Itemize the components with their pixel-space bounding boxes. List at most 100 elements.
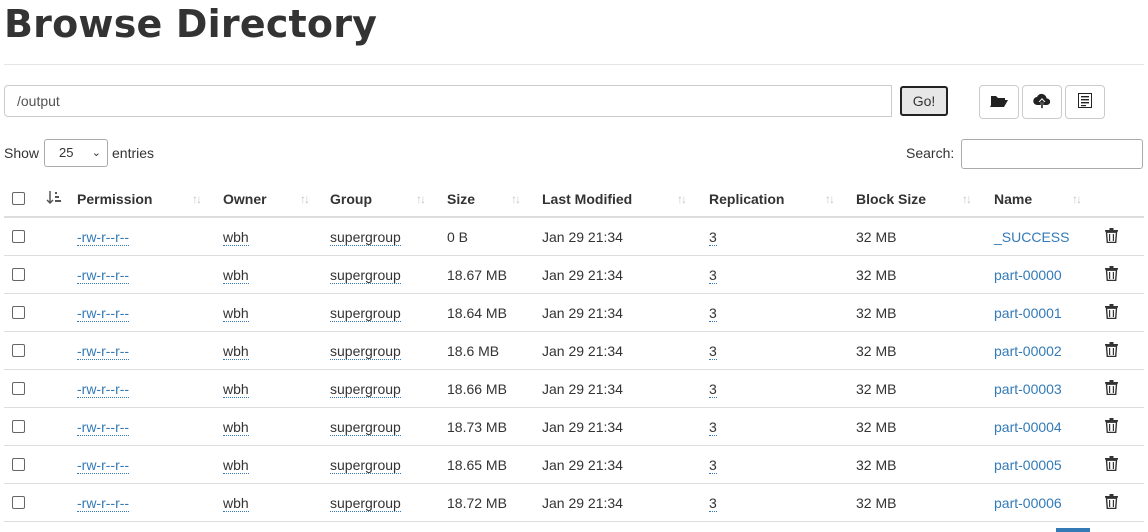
go-button[interactable]: Go! xyxy=(900,86,948,116)
list-icon xyxy=(1078,93,1092,111)
group-link[interactable]: supergroup xyxy=(330,267,401,284)
replication-link[interactable]: 3 xyxy=(709,419,717,436)
row-checkbox[interactable] xyxy=(12,382,25,395)
block-size: 32 MB xyxy=(856,267,897,283)
group-link[interactable]: supergroup xyxy=(330,229,401,246)
file-name-link[interactable]: _SUCCESS xyxy=(994,218,1069,255)
create-directory-button[interactable] xyxy=(979,85,1019,119)
table-row: -rw-r--r-- wbh supergroup 0 B Jan 29 21:… xyxy=(4,218,1144,256)
file-size: 18.6 MB xyxy=(447,343,500,359)
column-header-size[interactable]: Size xyxy=(447,180,475,216)
file-size: 18.67 MB xyxy=(447,267,507,283)
table-row: -rw-r--r-- wbh supergroup 18.73 MB Jan 2… xyxy=(4,408,1144,446)
owner-link[interactable]: wbh xyxy=(223,343,249,360)
sort-icon[interactable]: ↑↓ xyxy=(962,192,972,206)
column-header-group[interactable]: Group xyxy=(330,180,372,216)
sort-icon[interactable]: ↑↓ xyxy=(1072,192,1082,206)
column-header-owner[interactable]: Owner xyxy=(223,180,267,216)
trash-icon[interactable] xyxy=(1105,494,1118,512)
sort-icon[interactable]: ↑↓ xyxy=(511,192,521,206)
row-checkbox[interactable] xyxy=(12,420,25,433)
permission-link[interactable]: -rw-r--r-- xyxy=(77,267,130,284)
owner-link[interactable]: wbh xyxy=(223,457,249,474)
replication-link[interactable]: 3 xyxy=(709,229,717,246)
cut-paste-button[interactable] xyxy=(1065,85,1105,119)
search-label: Search: xyxy=(906,145,955,161)
owner-link[interactable]: wbh xyxy=(223,381,249,398)
row-checkbox[interactable] xyxy=(12,306,25,319)
trash-icon[interactable] xyxy=(1105,228,1118,246)
group-link[interactable]: supergroup xyxy=(330,457,401,474)
permission-link[interactable]: -rw-r--r-- xyxy=(77,343,130,360)
replication-link[interactable]: 3 xyxy=(709,343,717,360)
file-name-link[interactable]: part-00003 xyxy=(994,370,1062,407)
permission-link[interactable]: -rw-r--r-- xyxy=(77,419,130,436)
file-size: 18.72 MB xyxy=(447,495,507,511)
replication-link[interactable]: 3 xyxy=(709,495,717,512)
owner-link[interactable]: wbh xyxy=(223,305,249,322)
table-row: -rw-r--r-- wbh supergroup 18.65 MB Jan 2… xyxy=(4,446,1144,484)
table-header: Permission ↑↓ Owner ↑↓ Group ↑↓ Size ↑↓ … xyxy=(4,180,1144,218)
row-checkbox[interactable] xyxy=(12,268,25,281)
permission-link[interactable]: -rw-r--r-- xyxy=(77,229,130,246)
group-link[interactable]: supergroup xyxy=(330,495,401,512)
permission-link[interactable]: -rw-r--r-- xyxy=(77,495,130,512)
file-name-link[interactable]: part-00005 xyxy=(994,446,1062,483)
owner-link[interactable]: wbh xyxy=(223,267,249,284)
row-checkbox[interactable] xyxy=(12,230,25,243)
replication-link[interactable]: 3 xyxy=(709,381,717,398)
file-name-link[interactable]: part-00002 xyxy=(994,332,1062,369)
sort-icon[interactable]: ↑↓ xyxy=(300,192,310,206)
trash-icon[interactable] xyxy=(1105,456,1118,474)
owner-link[interactable]: wbh xyxy=(223,419,249,436)
file-name-link[interactable]: part-00001 xyxy=(994,294,1062,331)
last-modified: Jan 29 21:34 xyxy=(542,381,623,397)
sort-icon[interactable]: ↑↓ xyxy=(825,192,835,206)
replication-link[interactable]: 3 xyxy=(709,305,717,322)
page-title: Browse Directory xyxy=(4,2,378,46)
group-link[interactable]: supergroup xyxy=(330,305,401,322)
column-header-permission[interactable]: Permission xyxy=(77,180,152,216)
trash-icon[interactable] xyxy=(1105,418,1118,436)
select-all-checkbox[interactable] xyxy=(12,192,25,205)
column-header-replication[interactable]: Replication xyxy=(709,180,784,216)
permission-link[interactable]: -rw-r--r-- xyxy=(77,381,130,398)
file-size: 18.64 MB xyxy=(447,305,507,321)
table-row: -rw-r--r-- wbh supergroup 18.64 MB Jan 2… xyxy=(4,294,1144,332)
column-header-last-modified[interactable]: Last Modified xyxy=(542,180,632,216)
sort-icon[interactable]: ↑↓ xyxy=(677,192,687,206)
owner-link[interactable]: wbh xyxy=(223,495,249,512)
file-size: 18.73 MB xyxy=(447,419,507,435)
file-name-link[interactable]: part-00000 xyxy=(994,256,1062,293)
last-modified: Jan 29 21:34 xyxy=(542,495,623,511)
owner-link[interactable]: wbh xyxy=(223,229,249,246)
pagination-indicator xyxy=(1056,528,1090,532)
permission-link[interactable]: -rw-r--r-- xyxy=(77,457,130,474)
replication-link[interactable]: 3 xyxy=(709,267,717,284)
row-checkbox[interactable] xyxy=(12,496,25,509)
column-header-block-size[interactable]: Block Size xyxy=(856,180,926,216)
sort-icon[interactable]: ↑↓ xyxy=(192,192,202,206)
group-link[interactable]: supergroup xyxy=(330,343,401,360)
column-header-name[interactable]: Name xyxy=(994,180,1032,216)
row-checkbox[interactable] xyxy=(12,458,25,471)
sort-ascending-icon[interactable] xyxy=(46,190,62,209)
upload-button[interactable] xyxy=(1022,85,1062,119)
search-input[interactable] xyxy=(961,139,1143,169)
trash-icon[interactable] xyxy=(1105,342,1118,360)
trash-icon[interactable] xyxy=(1105,266,1118,284)
file-size: 18.66 MB xyxy=(447,381,507,397)
trash-icon[interactable] xyxy=(1105,304,1118,322)
file-name-link[interactable]: part-00006 xyxy=(994,484,1062,521)
path-input[interactable] xyxy=(4,85,892,117)
block-size: 32 MB xyxy=(856,495,897,511)
group-link[interactable]: supergroup xyxy=(330,419,401,436)
row-checkbox[interactable] xyxy=(12,344,25,357)
replication-link[interactable]: 3 xyxy=(709,457,717,474)
page-size-select[interactable]: 25 ⌄ xyxy=(44,139,108,167)
sort-icon[interactable]: ↑↓ xyxy=(416,192,426,206)
file-name-link[interactable]: part-00004 xyxy=(994,408,1062,445)
trash-icon[interactable] xyxy=(1105,380,1118,398)
group-link[interactable]: supergroup xyxy=(330,381,401,398)
permission-link[interactable]: -rw-r--r-- xyxy=(77,305,130,322)
